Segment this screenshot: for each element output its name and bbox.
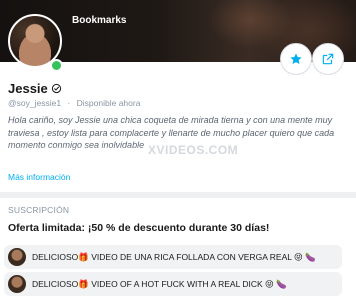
profile-name-row: Jessie — [8, 81, 62, 96]
verified-badge-icon — [51, 83, 62, 94]
promo-avatar — [8, 248, 26, 266]
meta-separator: · — [67, 98, 71, 108]
share-icon — [322, 53, 334, 65]
online-status-dot — [50, 59, 63, 72]
promo-item[interactable]: DELICIOSO🎁 VIDEO DE UNA RICA FOLLADA CON… — [4, 245, 342, 269]
profile-meta: @soy_jessie1 · Disponible ahora — [8, 98, 140, 108]
promo-text: DELICIOSO🎁 VIDEO DE UNA RICA FOLLADA CON… — [32, 251, 316, 262]
more-info-link[interactable]: Más información — [8, 172, 70, 182]
watermark: XVIDEOS.COM — [148, 143, 239, 157]
subscription-section-label: SUSCRIPCIÓN — [8, 205, 70, 215]
promo-avatar — [8, 275, 26, 293]
favorite-button[interactable] — [280, 43, 312, 75]
profile-name: Jessie — [8, 81, 48, 96]
section-divider — [0, 192, 356, 198]
share-button[interactable] — [312, 43, 344, 75]
star-icon — [290, 53, 302, 65]
banner-title: Bookmarks — [72, 15, 127, 26]
promo-item[interactable]: DELICIOSO🎁 VIDEO OF A HOT FUCK WITH A RE… — [4, 272, 342, 296]
subscription-offer: Oferta limitada: ¡50 % de descuento dura… — [8, 222, 270, 234]
availability-status: Disponible ahora — [76, 98, 141, 108]
profile-handle: @soy_jessie1 — [8, 98, 62, 108]
promo-text: DELICIOSO🎁 VIDEO OF A HOT FUCK WITH A RE… — [32, 278, 287, 289]
